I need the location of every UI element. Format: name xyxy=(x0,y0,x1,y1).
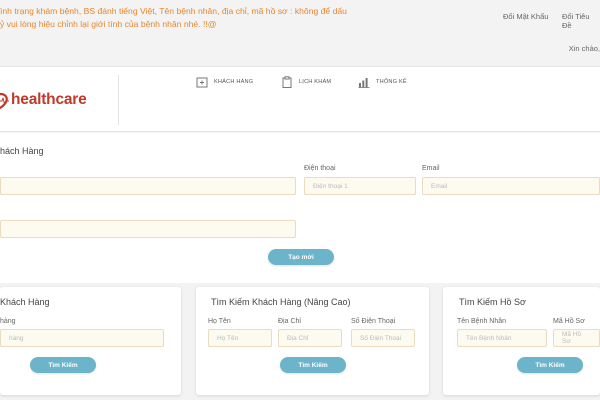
header-divider xyxy=(118,75,119,125)
bar-chart-icon xyxy=(358,78,370,88)
nav-label-customers: KHÁCH HÀNG xyxy=(214,79,254,85)
change-password-link[interactable]: Đổi Mật Khẩu xyxy=(503,12,548,21)
phone-input[interactable]: Điện thoại 1 xyxy=(304,177,416,195)
advanced-phone-input[interactable]: Số Điện Thoại xyxy=(351,329,415,347)
heart-logo-icon xyxy=(0,92,9,110)
add-customer-icon xyxy=(196,77,208,88)
email-input[interactable]: Email xyxy=(422,177,600,195)
advanced-search-title: Tìm Kiếm Khách Hàng (Nâng Cao) xyxy=(211,297,351,307)
advanced-address-input[interactable]: Địa Chỉ xyxy=(278,329,342,347)
nav-item-statistics[interactable]: THỐNG KÊ xyxy=(358,76,407,88)
create-button[interactable]: Tạo mới xyxy=(268,249,334,265)
search-customer-name-label: hàng xyxy=(0,318,16,325)
notice-message: ình trạng khám bệnh, BS đánh tiếng Việt,… xyxy=(0,5,420,30)
nav-item-schedule[interactable]: LỊCH KHÁM xyxy=(281,76,331,88)
search-customer-title: Khách Hàng xyxy=(0,297,50,307)
nav-label-statistics: THỐNG KÊ xyxy=(376,79,407,85)
app-header: healthcare KHÁCH HÀNG LỊCH KHÁM THỐNG KÊ xyxy=(0,66,600,132)
notice-line-2: ỷ vui lòng hiệu chỉnh lại giới tính của … xyxy=(0,18,217,29)
patient-name-label: Tên Bệnh Nhân xyxy=(457,318,507,325)
phone-label: Điện thoại xyxy=(304,165,336,172)
search-customer-name-input[interactable]: hàng xyxy=(0,329,164,347)
search-customer-card: Khách Hàng hàng hàng Tìm Kiếm xyxy=(0,287,181,395)
advanced-name-input[interactable]: Họ Tên xyxy=(208,329,272,347)
greeting-text: Xin chào, xyxy=(568,44,600,53)
create-customer-title: hách Hàng xyxy=(0,146,44,156)
customer-name-input[interactable] xyxy=(0,177,296,195)
notice-line-1: ình trạng khám bệnh, BS đánh tiếng Việt,… xyxy=(0,6,347,16)
create-customer-panel: hách Hàng Điện thoại Điện thoại 1 Email … xyxy=(0,133,600,283)
advanced-search-button[interactable]: Tìm Kiếm xyxy=(280,357,346,373)
record-search-button[interactable]: Tìm Kiếm xyxy=(517,357,583,373)
top-bar: ình trạng khám bệnh, BS đánh tiếng Việt,… xyxy=(0,0,600,66)
clipboard-icon xyxy=(282,76,292,88)
nav-label-schedule: LỊCH KHÁM xyxy=(299,79,332,85)
logo[interactable]: healthcare xyxy=(0,87,87,113)
change-title-link[interactable]: Đổi Tiêu Đề xyxy=(562,12,600,30)
email-label: Email xyxy=(422,165,440,172)
advanced-search-card: Tìm Kiếm Khách Hàng (Nâng Cao) Họ Tên Họ… xyxy=(196,287,429,395)
nav-item-customers[interactable]: KHÁCH HÀNG xyxy=(196,76,253,88)
record-search-title: Tìm Kiếm Hồ Sơ xyxy=(459,297,526,307)
record-search-card: Tìm Kiếm Hồ Sơ Tên Bệnh Nhân Tên Bệnh Nh… xyxy=(443,287,600,395)
address-input[interactable] xyxy=(0,220,296,238)
record-code-label: Mã Hồ Sơ xyxy=(553,318,585,325)
advanced-name-label: Họ Tên xyxy=(208,318,231,325)
advanced-address-label: Địa Chỉ xyxy=(278,318,301,325)
advanced-phone-label: Số Điện Thoại xyxy=(351,318,396,325)
logo-text: healthcare xyxy=(11,91,87,108)
record-code-input[interactable]: Mã Hồ Sơ xyxy=(553,329,600,347)
search-customer-button[interactable]: Tìm Kiếm xyxy=(30,357,96,373)
patient-name-input[interactable]: Tên Bệnh Nhân xyxy=(457,329,547,347)
